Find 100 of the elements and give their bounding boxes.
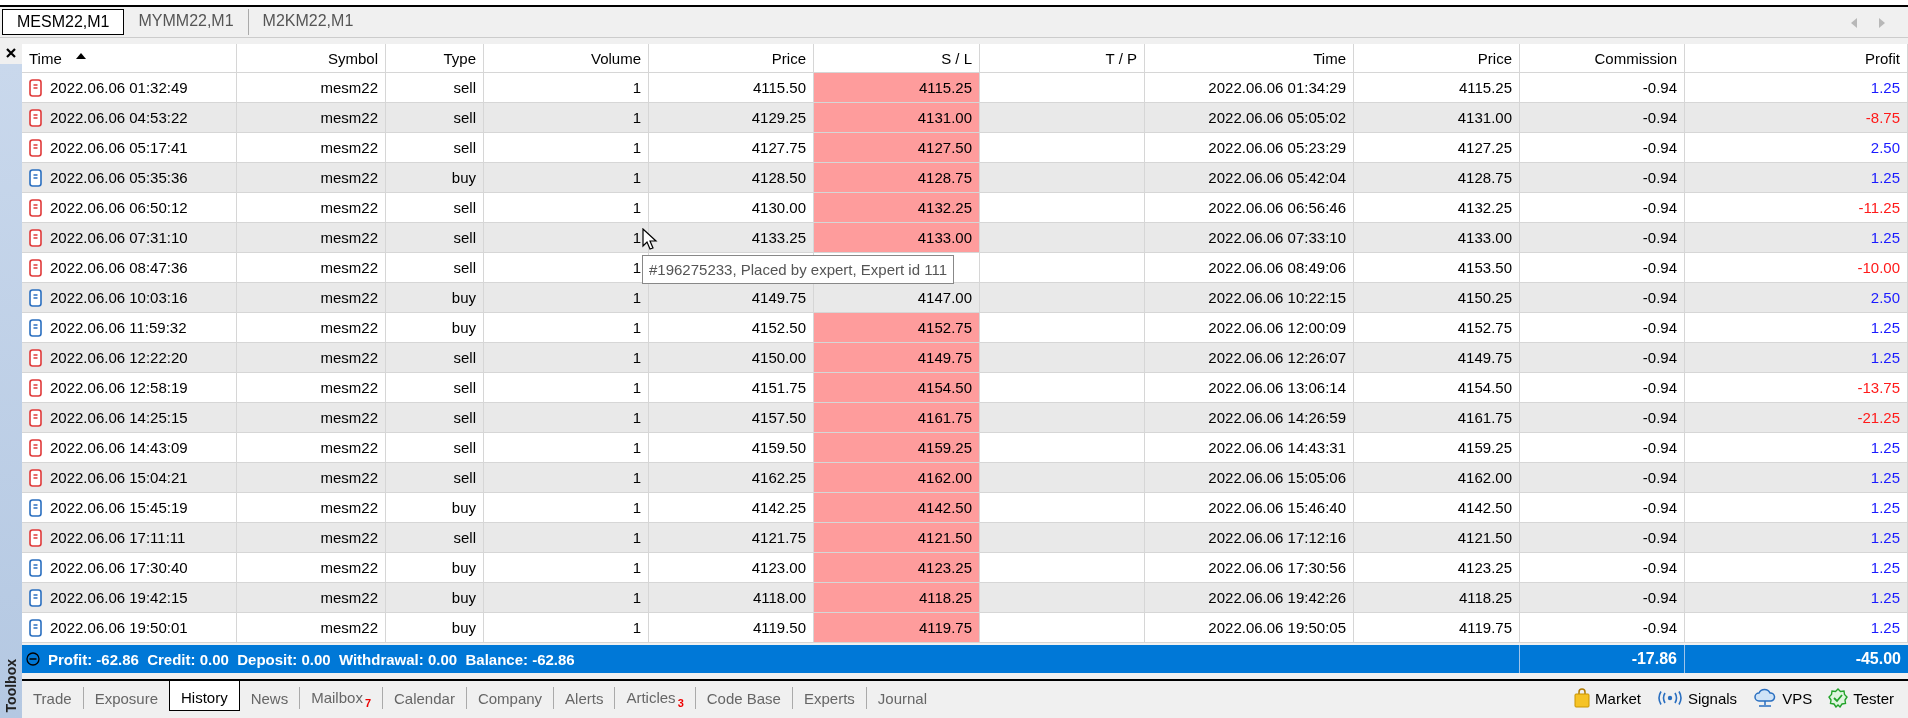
table-cell: mesm22 <box>237 313 386 342</box>
column-header[interactable]: Type <box>386 44 484 72</box>
table-cell: 2.50 <box>1685 283 1908 312</box>
column-header[interactable]: Price <box>1354 44 1520 72</box>
table-cell: mesm22 <box>237 283 386 312</box>
table-cell: 4131.00 <box>1354 103 1520 132</box>
column-header[interactable]: Time <box>22 44 237 72</box>
table-cell: mesm22 <box>237 433 386 462</box>
toolbar-link[interactable]: Signals <box>1648 686 1746 710</box>
panel-tab[interactable]: Trade <box>22 687 83 709</box>
table-cell: 2022.06.06 04:53:22 <box>22 103 237 132</box>
table-cell: 4159.25 <box>1354 433 1520 462</box>
table-cell: 1 <box>484 313 649 342</box>
column-header[interactable]: Commission <box>1520 44 1685 72</box>
table-cell: -0.94 <box>1520 73 1685 102</box>
chart-tab[interactable]: MESM22,M1 <box>2 9 125 35</box>
column-header[interactable]: T / P <box>980 44 1145 72</box>
table-cell: 4162.00 <box>1354 463 1520 492</box>
table-cell: 2022.06.06 11:59:32 <box>22 313 237 342</box>
column-header[interactable]: Time <box>1145 44 1354 72</box>
table-cell: 4161.75 <box>814 403 980 432</box>
table-cell: 4152.75 <box>814 313 980 342</box>
panel-tab[interactable]: Alerts <box>553 687 615 709</box>
toolbar-link[interactable]: Market <box>1566 686 1649 710</box>
table-cell: 2022.06.06 12:00:09 <box>1145 313 1354 342</box>
table-cell: 1 <box>484 613 649 642</box>
column-header[interactable]: Volume <box>484 44 649 72</box>
table-cell: 1 <box>484 463 649 492</box>
table-cell: 1.25 <box>1685 163 1908 192</box>
table-cell: sell <box>386 253 484 282</box>
table-cell: 4142.50 <box>1354 493 1520 522</box>
table-cell: buy <box>386 613 484 642</box>
table-cell: 2022.06.06 15:45:19 <box>22 493 237 522</box>
table-cell: 4115.25 <box>1354 73 1520 102</box>
toolbar-link[interactable]: Tester <box>1820 686 1902 710</box>
table-cell: -0.94 <box>1520 433 1685 462</box>
profit-total: -45.00 <box>1854 649 1902 669</box>
mouse-pointer-icon <box>642 228 658 252</box>
panel-tab[interactable]: Experts <box>791 687 866 709</box>
table-cell: 4150.25 <box>1354 283 1520 312</box>
table-cell: -0.94 <box>1520 103 1685 132</box>
table-cell: 2022.06.06 12:26:07 <box>1145 343 1354 372</box>
table-cell: 1 <box>484 493 649 522</box>
table-cell: 4154.50 <box>1354 373 1520 402</box>
table-cell: -0.94 <box>1520 163 1685 192</box>
toolbar-link[interactable]: VPS <box>1745 686 1821 710</box>
column-header[interactable]: S / L <box>814 44 980 72</box>
table-cell: 1.25 <box>1685 493 1908 522</box>
table-cell: -8.75 <box>1685 103 1908 132</box>
table-cell: 2022.06.06 05:23:29 <box>1145 133 1354 162</box>
collapse-icon[interactable] <box>26 652 40 666</box>
table-cell: -11.25 <box>1685 193 1908 222</box>
table-cell: 1 <box>484 133 649 162</box>
column-header[interactable]: Price <box>649 44 814 72</box>
table-cell: -0.94 <box>1520 133 1685 162</box>
table-cell: mesm22 <box>237 133 386 162</box>
table-cell: mesm22 <box>237 73 386 102</box>
table-cell: mesm22 <box>237 403 386 432</box>
column-header[interactable]: Profit <box>1685 44 1908 72</box>
table-cell: 2022.06.06 01:34:29 <box>1145 73 1354 102</box>
table-cell: 4153.50 <box>1354 253 1520 282</box>
table-cell: 2022.06.06 17:11:11 <box>22 523 237 552</box>
table-cell: 2022.06.06 14:26:59 <box>1145 403 1354 432</box>
table-cell: 1 <box>484 553 649 582</box>
table-cell: 4142.50 <box>814 493 980 522</box>
table-cell: buy <box>386 583 484 612</box>
table-cell: 4133.00 <box>1354 223 1520 252</box>
close-icon[interactable] <box>6 48 16 58</box>
table-cell: 1.25 <box>1685 553 1908 582</box>
panel-tab[interactable]: Journal <box>865 687 939 709</box>
table-cell: 2022.06.06 14:25:15 <box>22 403 237 432</box>
table-cell: mesm22 <box>237 523 386 552</box>
table-cell: 1 <box>484 163 649 192</box>
table-cell: 2022.06.06 15:46:40 <box>1145 493 1354 522</box>
panel-tab[interactable]: News <box>239 687 300 709</box>
table-cell: 1 <box>484 343 649 372</box>
table-cell: sell <box>386 133 484 162</box>
table-cell: 2022.06.06 17:12:16 <box>1145 523 1354 552</box>
table-cell: 1.25 <box>1685 223 1908 252</box>
panel-tab[interactable]: Code Base <box>694 687 792 709</box>
panel-tab[interactable]: History <box>169 681 240 711</box>
table-cell: 2022.06.06 07:31:10 <box>22 223 237 252</box>
table-cell: buy <box>386 493 484 522</box>
table-cell: -0.94 <box>1520 493 1685 522</box>
table-cell: sell <box>386 223 484 252</box>
panel-tab[interactable]: Calendar <box>382 687 466 709</box>
table-cell: 4121.50 <box>814 523 980 552</box>
table-cell: sell <box>386 403 484 432</box>
chart-tab[interactable]: MYMM22,M1 <box>124 9 248 35</box>
chart-tab[interactable]: M2KM22,M1 <box>247 9 368 35</box>
table-cell: -0.94 <box>1520 283 1685 312</box>
table-cell: 2022.06.06 17:30:40 <box>22 553 237 582</box>
table-cell: -0.94 <box>1520 253 1685 282</box>
table-cell: 1 <box>484 583 649 612</box>
column-header[interactable]: Symbol <box>237 44 386 72</box>
table-cell: 4127.50 <box>814 133 980 162</box>
panel-tab[interactable]: Company <box>465 687 554 709</box>
table-cell: -0.94 <box>1520 223 1685 252</box>
table-cell: 1 <box>484 523 649 552</box>
toolbox-label[interactable]: Toolbox <box>3 658 19 712</box>
